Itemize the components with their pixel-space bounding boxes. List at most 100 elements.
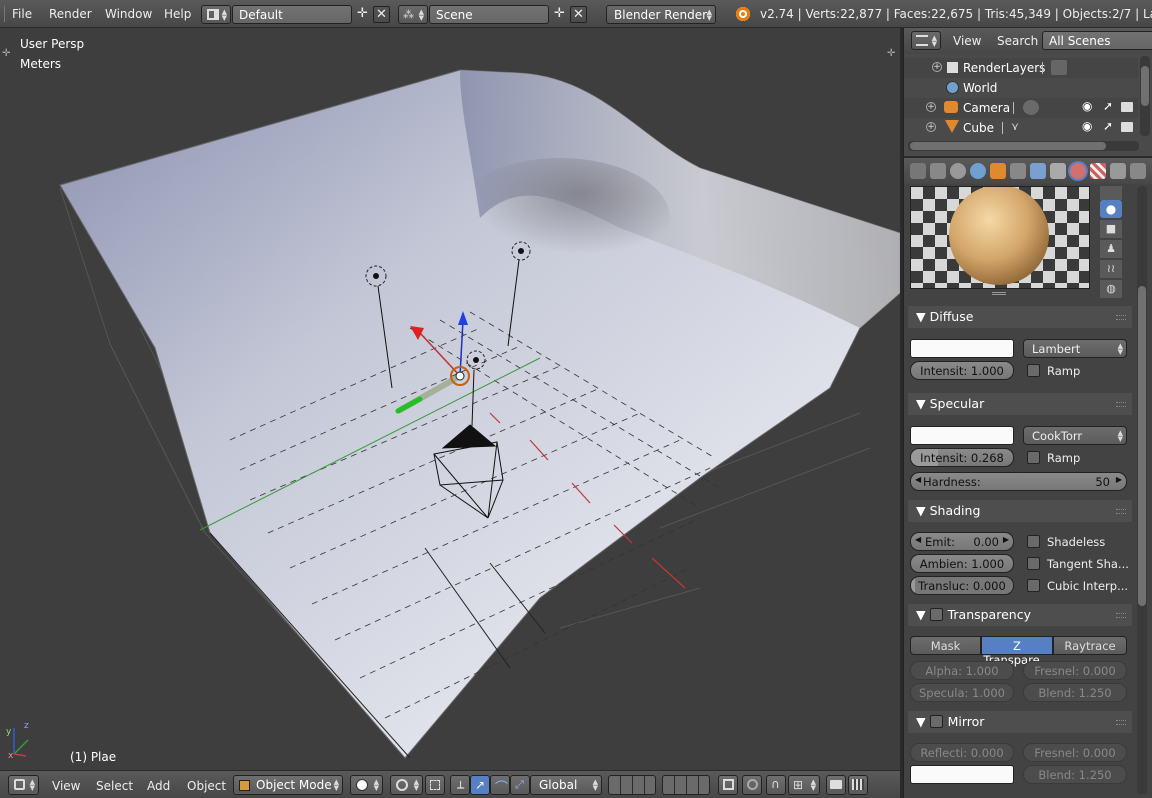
render-engine-dropdown[interactable]: Blender Render ▲ ▼ — [606, 5, 716, 24]
world-tab-icon[interactable] — [970, 163, 986, 179]
transparency-mode-raytrace[interactable]: Raytrace — [1053, 636, 1127, 655]
scene-tab-icon[interactable] — [950, 163, 966, 179]
texture-tab-icon[interactable] — [1090, 163, 1106, 179]
transparency-panel-header[interactable]: ▼ Transparency — [908, 604, 1132, 626]
region-toggle-right-icon[interactable]: ✛ — [887, 48, 895, 59]
constraints-tab-icon[interactable] — [1010, 163, 1026, 179]
outliner-row-camera[interactable]: + Camera ◉ ➚ — [904, 98, 1138, 118]
render-tab-icon[interactable] — [910, 163, 926, 179]
transparency-blend-field[interactable]: Blend: 1.250 — [1023, 683, 1127, 702]
hardness-left-arrow-icon[interactable]: ◀ — [915, 475, 921, 484]
transparency-mode-ztransparency[interactable]: Z Transpare... — [981, 636, 1053, 667]
snap-element-dropdown[interactable]: ⊞ ▲ ▼ — [788, 775, 820, 795]
menu-window[interactable]: Window — [105, 7, 152, 21]
proportional-edit-button[interactable] — [742, 775, 762, 795]
specular-alpha-field[interactable]: Specula: 1.000 — [910, 683, 1014, 702]
delete-scene-icon[interactable]: ✕ — [570, 6, 587, 23]
specular-color-swatch[interactable] — [910, 426, 1014, 445]
preview-cube-icon[interactable]: ■ — [1100, 220, 1122, 238]
mirror-enable-checkbox[interactable] — [930, 715, 943, 728]
editor-type-icon[interactable] — [4, 6, 10, 22]
preview-resize-grip[interactable] — [992, 292, 1006, 295]
diffuse-panel-header[interactable]: ▼ Diffuse — [908, 306, 1132, 328]
menu-view[interactable]: View — [52, 779, 80, 793]
scene-selector[interactable]: ⁂ ▲ ▼ — [398, 5, 428, 24]
panel-grip-icon[interactable] — [1116, 402, 1126, 407]
editor-type-button[interactable]: ▲ ▼ — [8, 775, 39, 795]
scale-manipulator[interactable]: ⤢ — [510, 775, 530, 795]
add-scene-icon[interactable]: ✛ — [551, 6, 568, 23]
outliner-hscrollbar[interactable] — [908, 141, 1139, 151]
render-camera-icon[interactable] — [1121, 102, 1133, 112]
render-camera-icon[interactable] — [1121, 122, 1133, 132]
screen-layout-name[interactable]: Default — [232, 5, 352, 24]
hardness-field[interactable]: ◀ Hardness: 50 ▶ — [910, 472, 1127, 491]
preview-flat-icon[interactable] — [1100, 186, 1122, 200]
area-divider-horizontal[interactable] — [903, 156, 1152, 158]
viewport-shading-dropdown[interactable]: ▲ ▼ — [350, 775, 383, 795]
outliner-display-mode[interactable]: All Scenes — [1042, 31, 1152, 50]
screen-layout-selector[interactable]: ▲ ▼ — [201, 5, 231, 24]
eye-icon[interactable]: ◉ — [1082, 99, 1092, 113]
rotate-arc-manipulator[interactable]: ⌒ — [490, 775, 510, 796]
render-image-button[interactable] — [826, 775, 846, 795]
panel-grip-icon[interactable] — [1116, 509, 1126, 514]
properties-vscrollbar[interactable] — [1137, 186, 1147, 794]
menu-object[interactable]: Object — [187, 779, 226, 793]
outliner-vscroll-thumb[interactable] — [1141, 66, 1149, 106]
modifiers-tab-icon[interactable] — [1030, 163, 1046, 179]
menu-select[interactable]: Select — [96, 779, 133, 793]
menu-render[interactable]: Render — [49, 7, 92, 21]
specular-ramp-checkbox[interactable] — [1027, 451, 1040, 464]
mirror-blend-field[interactable]: Blend: 1.250 — [1023, 765, 1127, 784]
diffuse-shader-dropdown[interactable]: Lambert ▲ ▼ — [1023, 339, 1127, 358]
rotate-manipulator[interactable]: ↗ — [470, 775, 490, 795]
outliner-row-renderlayers[interactable]: + RenderLayers — [904, 58, 1138, 78]
outliner-menu-search[interactable]: Search — [997, 34, 1038, 48]
cursor-select-icon[interactable]: ➚ — [1103, 119, 1113, 133]
diffuse-color-swatch[interactable] — [910, 339, 1014, 358]
region-toggle-left-icon[interactable]: ✛ — [2, 48, 10, 59]
add-screen-icon[interactable]: ✛ — [354, 6, 371, 23]
reflectivity-field[interactable]: Reflecti: 0.000 — [910, 743, 1014, 762]
mode-dropdown[interactable]: Object Mode ▲ ▼ — [233, 775, 343, 795]
lock-camera-button[interactable] — [718, 775, 738, 795]
mirror-color-swatch[interactable] — [910, 765, 1014, 784]
emit-left-arrow-icon[interactable]: ◀ — [915, 535, 921, 544]
preview-sky-icon[interactable]: ◍ — [1100, 280, 1122, 298]
tangent-shading-checkbox[interactable] — [1027, 557, 1040, 570]
preview-sphere-icon[interactable]: ● — [1100, 200, 1122, 218]
panel-grip-icon[interactable] — [1116, 315, 1126, 320]
layer-buttons-2[interactable] — [662, 775, 710, 795]
specular-shader-dropdown[interactable]: CookTorr ▲ ▼ — [1023, 426, 1127, 445]
outliner-row-cube[interactable]: + Cube ⋎ ◉ ➚ — [904, 118, 1138, 138]
translucency-field[interactable]: Transluc: 0.000 — [910, 576, 1014, 595]
preview-hair-icon[interactable]: ≀≀ — [1100, 260, 1122, 278]
diffuse-ramp-checkbox[interactable] — [1027, 364, 1040, 377]
translate-manipulator[interactable]: ⟂ — [450, 775, 470, 795]
menu-help[interactable]: Help — [164, 7, 191, 21]
alpha-field[interactable]: Alpha: 1.000 — [910, 661, 1014, 680]
3d-viewport[interactable]: z y x User Persp Meters (1) Plae ✛ ✛ — [0, 28, 900, 770]
panel-grip-icon[interactable] — [1116, 613, 1126, 618]
snap-toggle[interactable]: ∩ — [766, 775, 786, 795]
physics-tab-icon[interactable] — [1130, 163, 1146, 179]
scene-name[interactable]: Scene — [429, 5, 549, 24]
data-tab-icon[interactable] — [1050, 163, 1066, 179]
shading-panel-header[interactable]: ▼ Shading — [908, 500, 1132, 522]
manipulator-toggle[interactable] — [425, 775, 445, 795]
cubic-interpolation-checkbox[interactable] — [1027, 579, 1040, 592]
delete-screen-icon[interactable]: ✕ — [373, 6, 390, 23]
material-tab-icon[interactable] — [1070, 163, 1086, 179]
specular-panel-header[interactable]: ▼ Specular — [908, 393, 1132, 415]
outliner-editor-type[interactable]: ▲ ▼ — [911, 31, 941, 50]
expand-icon[interactable]: + — [926, 122, 936, 132]
hardness-right-arrow-icon[interactable]: ▶ — [1116, 475, 1122, 484]
outliner-menu-view[interactable]: View — [953, 34, 981, 48]
render-animation-button[interactable] — [848, 775, 868, 795]
panel-grip-icon[interactable] — [1116, 720, 1126, 725]
expand-icon[interactable]: + — [932, 62, 942, 72]
ambient-field[interactable]: Ambien: 1.000 — [910, 554, 1014, 573]
properties-vscroll-thumb[interactable] — [1138, 286, 1146, 606]
transparency-fresnel-field[interactable]: Fresnel: 0.000 — [1023, 661, 1127, 680]
